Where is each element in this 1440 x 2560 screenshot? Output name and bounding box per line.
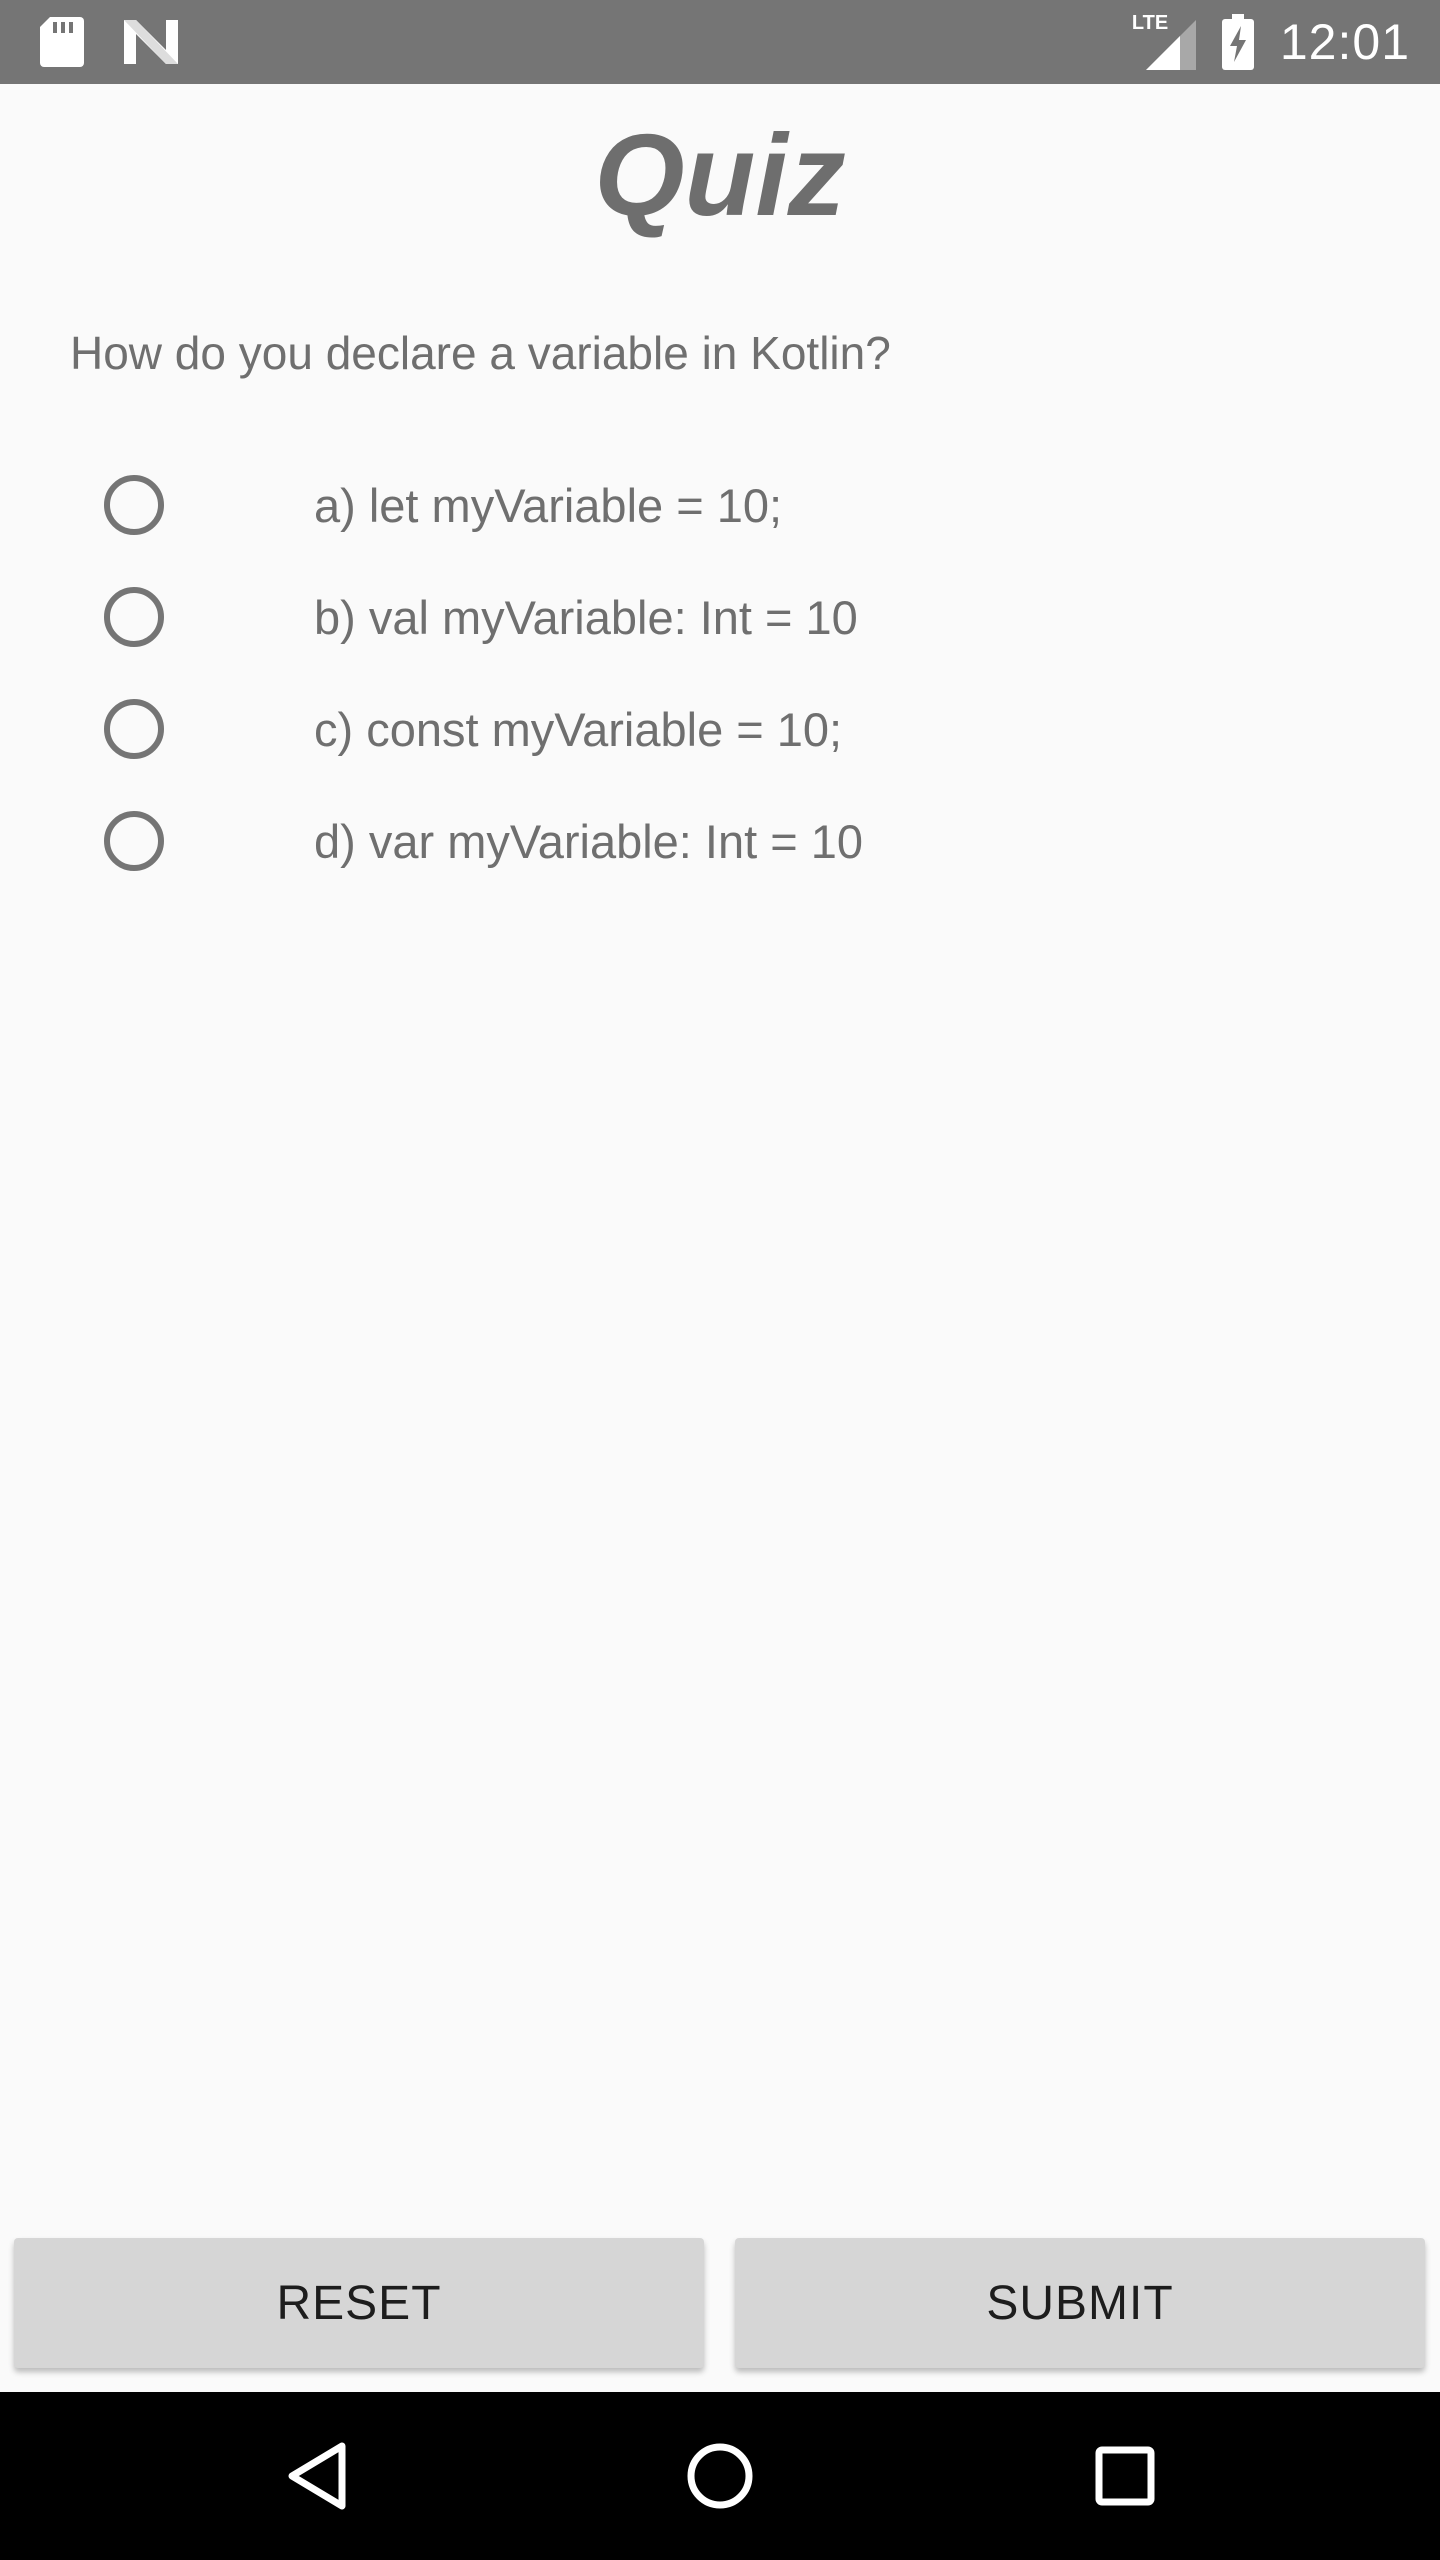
navigation-bar — [0, 2392, 1440, 2560]
n-logo-icon — [124, 20, 178, 64]
question-text: How do you declare a variable in Kotlin? — [70, 327, 891, 379]
recents-button[interactable] — [1075, 2426, 1175, 2526]
status-clock: 12:01 — [1279, 14, 1410, 70]
recents-icon — [1095, 2446, 1155, 2506]
back-button[interactable] — [266, 2426, 366, 2526]
option-a-label[interactable]: a) let myVariable = 10; — [314, 478, 782, 533]
status-bar: LTE 12:01 — [0, 0, 1440, 84]
home-icon — [687, 2443, 753, 2509]
reset-button[interactable]: RESET — [14, 2238, 704, 2368]
radio-button-b[interactable] — [104, 587, 164, 647]
option-d-label[interactable]: d) var myVariable: Int = 10 — [314, 814, 863, 869]
status-left — [40, 16, 178, 68]
option-b-label[interactable]: b) val myVariable: Int = 10 — [314, 590, 858, 645]
quiz-screen: LTE 12:01 Quiz How do you declare a vari… — [0, 0, 1440, 2560]
option-d[interactable]: d) var myVariable: Int = 10 — [104, 791, 863, 891]
option-c[interactable]: c) const myVariable = 10; — [104, 679, 842, 779]
option-b[interactable]: b) val myVariable: Int = 10 — [104, 567, 858, 667]
option-c-label[interactable]: c) const myVariable = 10; — [314, 702, 842, 757]
option-a[interactable]: a) let myVariable = 10; — [104, 455, 782, 555]
back-icon — [288, 2442, 346, 2510]
radio-button-d[interactable] — [104, 811, 164, 871]
battery-charging-icon — [1221, 14, 1254, 70]
radio-button-c[interactable] — [104, 699, 164, 759]
sd-card-icon — [40, 17, 84, 67]
signal-icon: LTE — [1132, 12, 1196, 72]
page-title: Quiz — [594, 110, 846, 240]
submit-button[interactable]: SUBMIT — [735, 2238, 1425, 2368]
home-button[interactable] — [670, 2426, 770, 2526]
radio-button-a[interactable] — [104, 475, 164, 535]
status-right: LTE 12:01 — [1132, 0, 1410, 84]
